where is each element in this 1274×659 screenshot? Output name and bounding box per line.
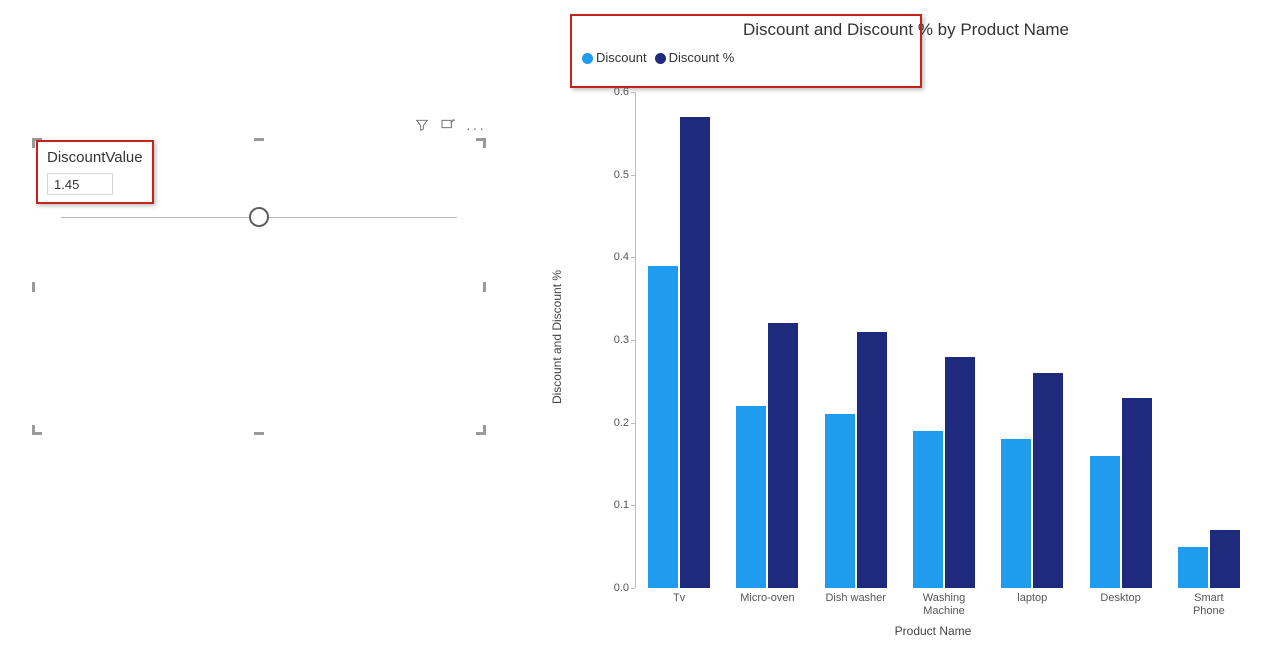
selection-handle[interactable]	[32, 425, 42, 435]
filter-icon[interactable]	[414, 117, 430, 138]
legend-item[interactable]: Discount	[582, 50, 647, 65]
slicer-visual[interactable]: ··· DiscountValue	[32, 138, 486, 435]
chart-bar[interactable]	[913, 431, 943, 588]
selection-handle[interactable]	[254, 432, 264, 435]
x-tick-label: Smart Phone	[1187, 588, 1231, 618]
chart-bar[interactable]	[1001, 439, 1031, 588]
focus-mode-icon[interactable]	[440, 117, 456, 138]
x-tick-label: Dish washer	[825, 588, 886, 605]
legend-swatch	[655, 53, 666, 64]
chart-bar[interactable]	[1033, 373, 1063, 588]
selection-handle[interactable]	[32, 138, 42, 148]
selection-handle[interactable]	[254, 138, 264, 141]
x-axis-title: Product Name	[613, 624, 1253, 638]
legend-label: Discount	[596, 50, 647, 65]
selection-handle[interactable]	[476, 425, 486, 435]
chart-bar[interactable]	[768, 323, 798, 588]
chart-bar[interactable]	[648, 266, 678, 588]
chart-bar[interactable]	[945, 357, 975, 588]
selection-handle[interactable]	[483, 282, 486, 292]
x-tick-label: Washing Machine	[923, 588, 965, 618]
y-axis-title: Discount and Discount %	[550, 270, 564, 404]
chart-title: Discount and Discount % by Product Name	[556, 20, 1256, 40]
x-tick-label: Desktop	[1100, 588, 1140, 605]
selection-handle[interactable]	[476, 138, 486, 148]
slicer-value-input[interactable]	[47, 173, 113, 195]
slider-thumb[interactable]	[249, 207, 269, 227]
legend-item[interactable]: Discount %	[655, 50, 735, 65]
chart-legend: Discount Discount %	[582, 50, 1256, 65]
chart-bar[interactable]	[680, 117, 710, 588]
x-tick-label: laptop	[1017, 588, 1047, 605]
chart-bar[interactable]	[736, 406, 766, 588]
chart-bar[interactable]	[1178, 547, 1208, 588]
chart-bar[interactable]	[1210, 530, 1240, 588]
selection-handle[interactable]	[32, 282, 35, 292]
chart-bar[interactable]	[1090, 456, 1120, 588]
chart-bar[interactable]	[1122, 398, 1152, 588]
legend-swatch	[582, 53, 593, 64]
x-tick-label: Micro-oven	[740, 588, 794, 605]
chart-plot-area: 0.00.10.20.30.40.50.6TvMicro-ovenDish wa…	[613, 92, 1253, 588]
x-tick-label: Tv	[673, 588, 685, 605]
slicer-field-label: DiscountValue	[47, 149, 143, 166]
legend-label: Discount %	[669, 50, 735, 65]
more-options-icon[interactable]: ···	[466, 120, 486, 136]
chart-bar[interactable]	[857, 332, 887, 588]
chart-bar[interactable]	[825, 414, 855, 588]
